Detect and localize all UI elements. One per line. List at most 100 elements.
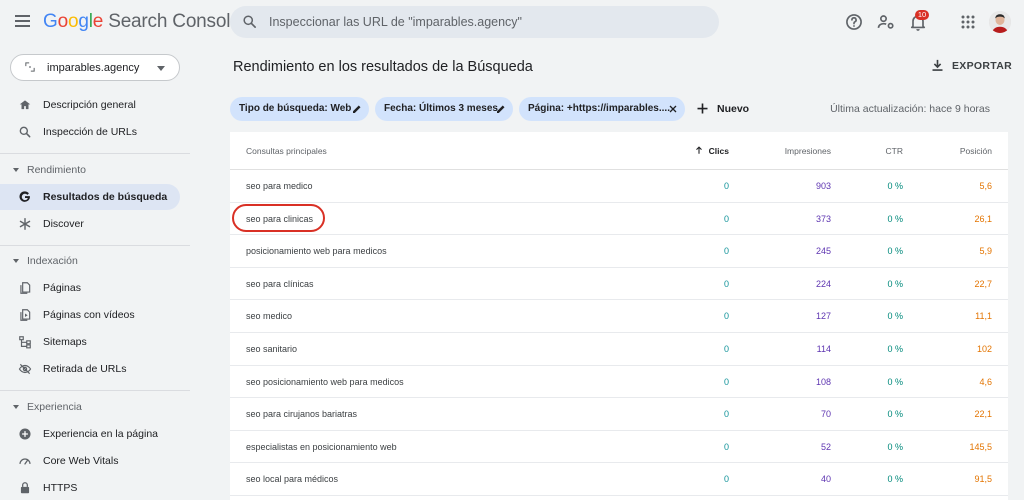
position-cell: 4,6 <box>979 376 992 387</box>
eye-off-icon <box>18 363 32 375</box>
home-icon <box>19 100 31 110</box>
column-header-impressions[interactable]: Impresiones <box>785 146 831 156</box>
hamburger-menu-icon[interactable] <box>15 14 33 28</box>
close-icon[interactable] <box>667 103 679 115</box>
property-name: imparables.agency <box>47 62 140 74</box>
query-cell: seo para medico <box>246 181 313 191</box>
google-g-icon <box>19 191 30 202</box>
section-experience[interactable]: Experiencia <box>0 397 180 417</box>
sidebar-item-https[interactable]: HTTPS <box>0 475 180 500</box>
impressions-cell: 373 <box>815 213 831 224</box>
clicks-cell: 0 <box>723 376 729 387</box>
sidebar-item-core-web-vitals[interactable]: Core Web Vitals <box>0 448 180 474</box>
table-row[interactable]: seo para clinicas 0 373 0 % 26,1 <box>230 203 1008 236</box>
table-row[interactable]: seo para medico 0 903 0 % 5,6 <box>230 170 1008 203</box>
url-inspection-search[interactable] <box>230 6 719 38</box>
avatar-photo-icon <box>989 11 1011 33</box>
pages-icon <box>20 282 31 294</box>
position-cell: 102 <box>976 344 992 354</box>
impressions-cell: 108 <box>815 376 831 387</box>
position-cell: 5,9 <box>979 246 992 257</box>
account-avatar[interactable] <box>989 11 1011 33</box>
table-row[interactable]: seo medico 0 127 0 % 11,1 <box>230 300 1008 333</box>
sidebar-item-search-results[interactable]: Resultados de búsqueda <box>0 184 180 210</box>
impressions-cell: 114 <box>816 344 831 354</box>
impressions-cell: 127 <box>815 311 831 322</box>
sidebar-item-pages[interactable]: Páginas <box>0 275 180 301</box>
collapse-caret-icon <box>13 405 19 409</box>
help-icon[interactable] <box>844 12 864 32</box>
query-cell: seo para cirujanos bariatras <box>246 409 358 420</box>
sidebar-item-overview[interactable]: Descripción general <box>0 92 180 118</box>
ctr-cell: 0 % <box>887 344 903 354</box>
ctr-cell: 0 % <box>887 474 903 485</box>
sitemap-icon <box>19 336 31 349</box>
sidebar-divider <box>0 153 190 154</box>
sidebar-divider <box>0 390 190 391</box>
table-row[interactable]: posicionamiento web para medicos 0 245 0 % 5… <box>230 235 1008 268</box>
ctr-cell: 0 % <box>887 181 903 191</box>
edit-pencil-icon[interactable] <box>351 103 363 115</box>
ctr-cell: 0 % <box>887 409 903 420</box>
page-title: Rendimiento en los resultados de la Búsq… <box>233 59 533 75</box>
query-cell: especialistas en posicionamiento web <box>246 441 397 452</box>
sidebar-item-url-removal[interactable]: Retirada de URLs <box>0 356 180 382</box>
apps-grid-icon[interactable] <box>958 12 978 32</box>
search-icon <box>19 126 31 138</box>
column-header-ctr[interactable]: CTR <box>886 146 903 156</box>
position-cell: 5,6 <box>979 181 992 191</box>
clicks-cell: 0 <box>723 474 729 485</box>
plus-circle-icon <box>19 428 31 440</box>
filter-chip-search-type[interactable]: Tipo de búsqueda: Web <box>230 97 369 121</box>
property-domain-icon <box>25 62 35 72</box>
sidebar-item-url-inspection[interactable]: Inspección de URLs <box>0 119 180 145</box>
clicks-cell: 0 <box>723 246 729 257</box>
product-logo[interactable]: Google Search Console <box>43 11 241 33</box>
impressions-cell: 224 <box>815 278 831 289</box>
user-settings-icon[interactable] <box>876 12 896 32</box>
video-pages-icon <box>20 309 31 321</box>
table-row[interactable]: seo posicionamiento web para medicos 0 108… <box>230 366 1008 399</box>
ctr-cell: 0 % <box>887 213 903 224</box>
query-cell: seo posicionamiento web para medicos <box>246 376 404 387</box>
clicks-cell: 0 <box>723 311 729 322</box>
impressions-cell: 70 <box>820 409 831 420</box>
clicks-cell: 0 <box>723 278 729 289</box>
query-cell: posicionamiento web para medicos <box>246 246 387 257</box>
clicks-cell: 0 <box>723 441 729 452</box>
notification-count-badge: 10 <box>915 10 929 20</box>
asterisk-icon <box>19 218 31 230</box>
sidebar-item-video-pages[interactable]: Páginas con vídeos <box>0 302 180 328</box>
ctr-cell: 0 % <box>887 441 903 452</box>
table-row[interactable]: seo sanitario 0 114 0 % 102 <box>230 333 1008 366</box>
gauge-icon <box>19 458 31 465</box>
query-cell: seo local para médicos <box>246 474 339 485</box>
table-row[interactable]: seo para clínicas 0 224 0 % 22,7 <box>230 268 1008 301</box>
table-row[interactable]: seo local para médicos 0 40 0 % 91,5 <box>230 463 1008 496</box>
clicks-cell: 0 <box>723 409 729 420</box>
column-header-position[interactable]: Posición <box>960 146 992 156</box>
top-bar: Google Search Console 10 <box>0 0 1024 44</box>
impressions-cell: 245 <box>815 246 831 257</box>
property-selector[interactable]: imparables.agency <box>10 54 180 81</box>
section-performance[interactable]: Rendimiento <box>0 160 180 180</box>
sidebar-item-page-experience[interactable]: Experiencia en la página <box>0 421 180 447</box>
impressions-cell: 903 <box>815 181 831 191</box>
search-input[interactable] <box>269 13 699 31</box>
table-row[interactable]: especialistas en posicionamiento web 0 52 0… <box>230 431 1008 464</box>
table-row[interactable]: seo para cirujanos bariatras 0 70 0 % 22,1 <box>230 398 1008 431</box>
collapse-caret-icon <box>13 168 19 172</box>
filter-chip-date[interactable]: Fecha: Últimos 3 meses <box>375 97 513 121</box>
position-cell: 91,5 <box>974 474 992 485</box>
sidebar-item-discover[interactable]: Discover <box>0 211 180 237</box>
sidebar: imparables.agency Descripción general In… <box>0 44 190 500</box>
table-header: Consultas principales Clics Impresiones … <box>230 132 1008 170</box>
column-header-clicks[interactable]: Clics <box>695 146 729 156</box>
section-indexing[interactable]: Indexación <box>0 251 180 271</box>
edit-pencil-icon[interactable] <box>495 103 507 115</box>
sidebar-item-sitemaps[interactable]: Sitemaps <box>0 329 180 355</box>
query-cell: seo medico <box>246 311 293 322</box>
column-header-query[interactable]: Consultas principales <box>246 146 327 156</box>
collapse-caret-icon <box>13 259 19 263</box>
filter-chip-page[interactable]: Página: +https://imparables.... <box>519 97 685 121</box>
